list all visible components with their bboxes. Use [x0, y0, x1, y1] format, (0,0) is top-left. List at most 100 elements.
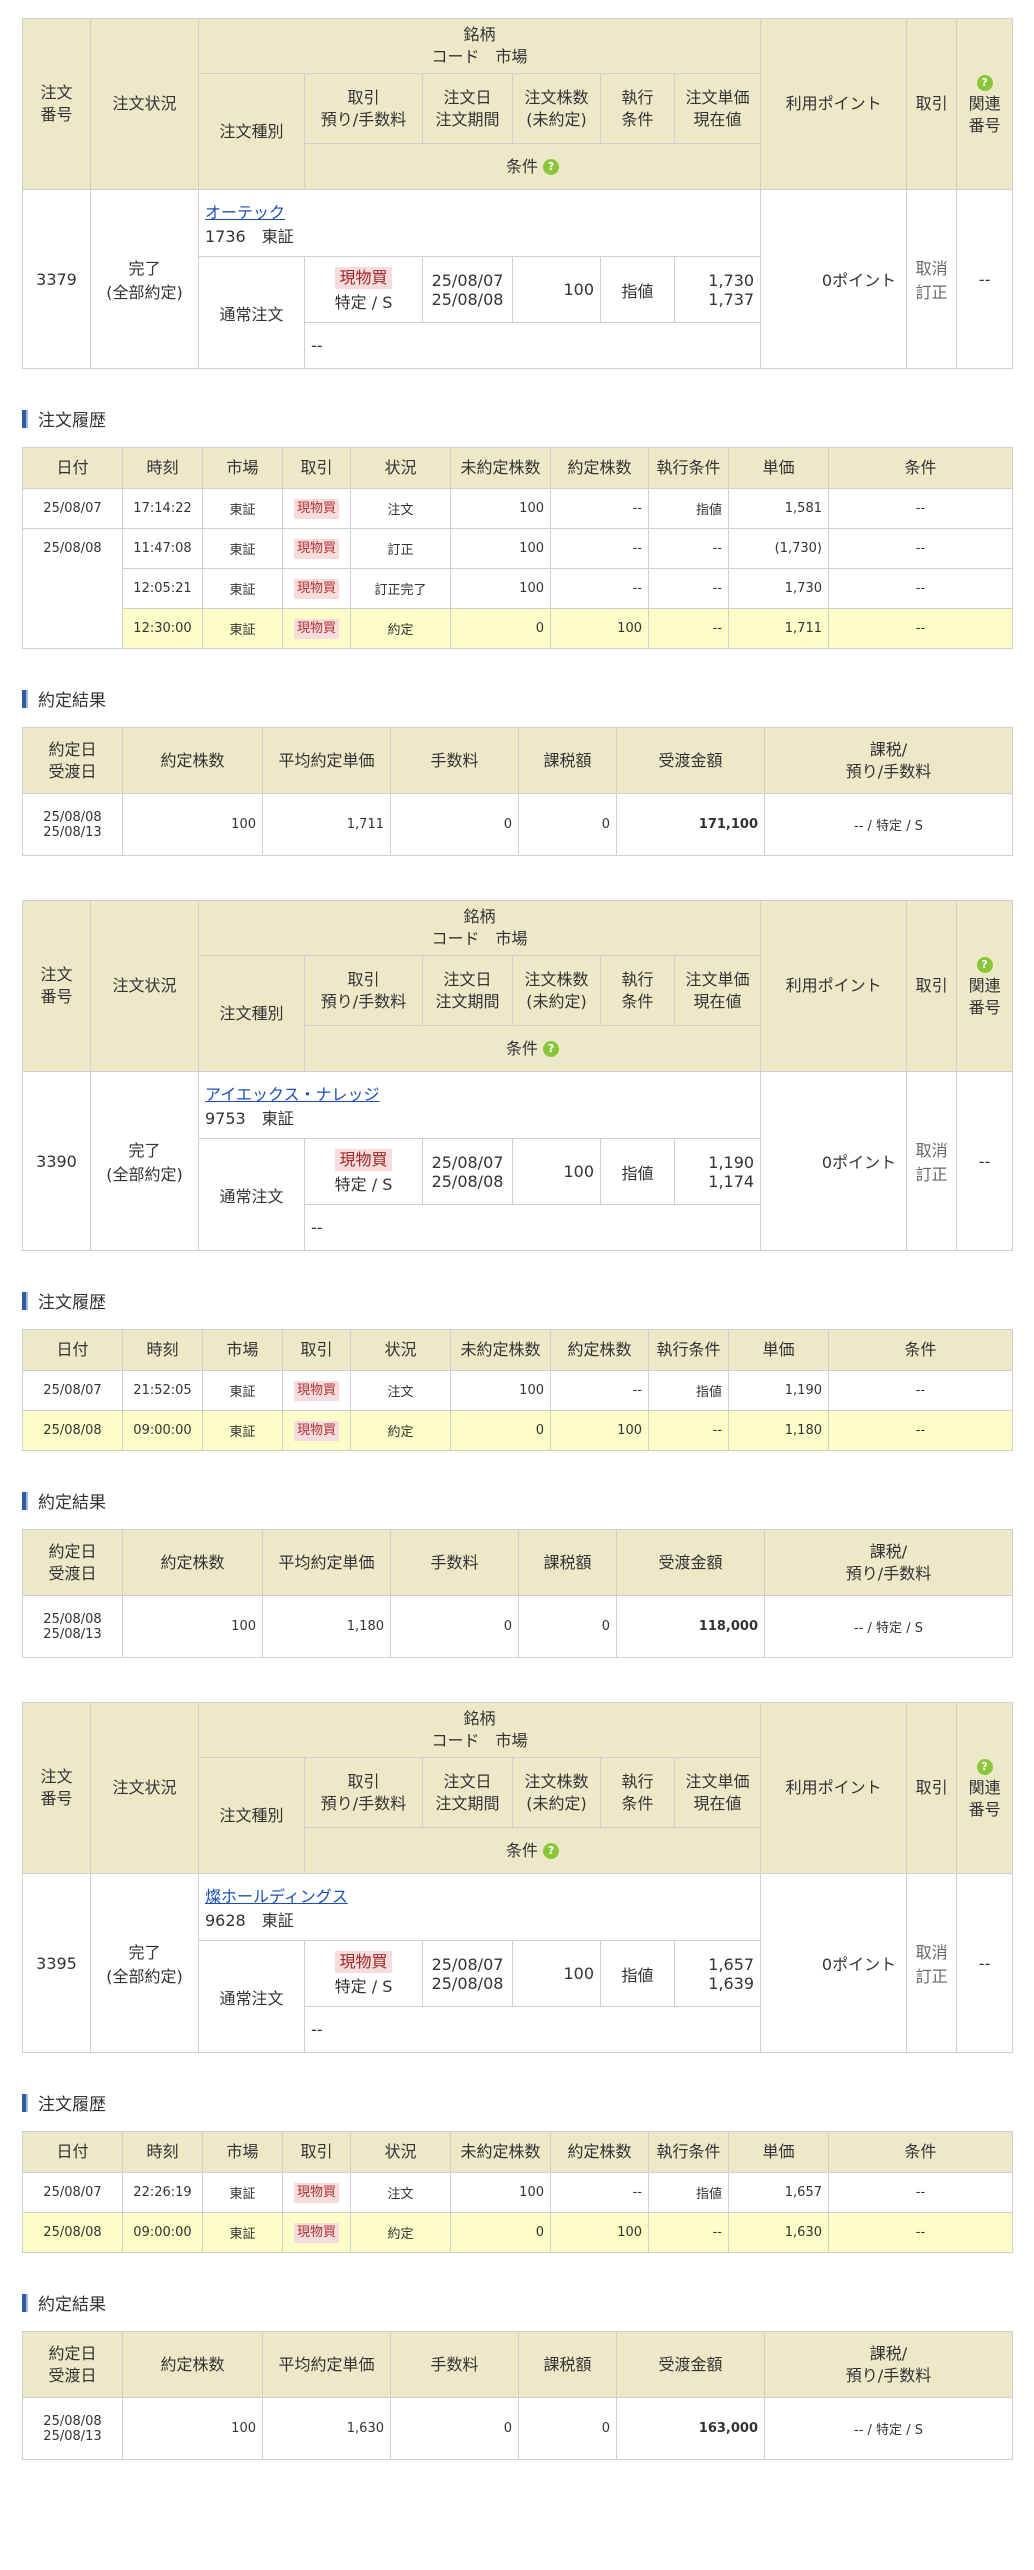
order-quantity: 100	[512, 1138, 601, 1205]
related-number: --	[956, 1071, 1014, 1251]
history-price: 1,581	[728, 488, 829, 529]
result-column-header: 平均約定単価	[262, 727, 391, 794]
history-trade-badge: 現物買	[293, 1420, 339, 1441]
result-column-header: 約定株数	[122, 1529, 263, 1596]
section-marker-icon	[22, 689, 28, 708]
stock-header: 銘柄 コード 市場	[197, 18, 762, 74]
history-trade: 現物買	[282, 1410, 351, 1451]
history-column-header: 約定株数	[550, 447, 649, 489]
order-list: 注文 番号 注文状況 銘柄 コード 市場 利用ポイント 取引? 関連 番号 注文種別 取引 預り…	[0, 0, 1034, 2460]
history-column-header: 約定株数	[550, 1329, 649, 1371]
result-column-header: 受渡金額	[616, 2331, 765, 2398]
account-type: 特定 / S	[334, 1174, 393, 1194]
trade-account-cell: 現物買 特定 / S	[304, 1138, 423, 1205]
history-filled: --	[550, 568, 649, 609]
result-fee: 0	[390, 2397, 519, 2460]
history-status: 約定	[350, 2212, 451, 2253]
order-number-header: 注文 番号	[22, 900, 91, 1072]
stock-name-link[interactable]: 燦ホールディングス	[205, 1883, 754, 1907]
order-condition: --	[303, 1204, 762, 1251]
history-unfilled: 100	[450, 488, 551, 529]
section-marker-icon	[22, 409, 28, 428]
history-date: 25/08/07	[22, 488, 123, 529]
history-time: 12:30:00	[122, 608, 203, 649]
stock-name-link[interactable]: オーテック	[205, 199, 754, 223]
help-icon[interactable]: ?	[976, 956, 993, 973]
history-column-header: 日付	[22, 2131, 123, 2173]
order-price: 1,190 1,174	[673, 1138, 762, 1205]
order-type-header: 注文種別	[198, 1757, 305, 1874]
order-history-title: 注文履歴	[38, 1293, 106, 1313]
order-type-header: 注文種別	[198, 955, 305, 1072]
history-column-header: 単価	[728, 1329, 829, 1371]
result-column-header: 約定日 受渡日	[22, 727, 123, 794]
help-icon[interactable]: ?	[543, 1041, 560, 1057]
order-price-header: 注文単価 現在値	[673, 73, 762, 144]
order-date: 25/08/07 25/08/08	[422, 256, 513, 323]
help-icon[interactable]: ?	[976, 1758, 993, 1775]
help-icon[interactable]: ?	[976, 74, 993, 91]
history-price: 1,657	[728, 2172, 829, 2213]
result-dates: 25/08/08 25/08/13	[22, 2397, 123, 2460]
history-condition: --	[828, 2212, 1013, 2253]
order-history-table: 日付 時刻 市場 取引 状況 未約定株数 約定株数 執行条件 単価 条件 25/08/07 17:14…	[22, 447, 1013, 649]
section-marker-icon	[22, 2093, 28, 2112]
history-price: 1,711	[728, 608, 829, 649]
code-market-header: コード 市場	[431, 1731, 528, 1750]
cancel-modify-actions[interactable]: 取消 訂正	[906, 1873, 958, 2053]
result-account: -- / 特定 / S	[764, 1595, 1013, 1658]
help-icon[interactable]: ?	[543, 159, 560, 175]
history-filled: 100	[550, 608, 649, 649]
result-tax: 0	[518, 2397, 617, 2460]
result-tax: 0	[518, 1595, 617, 1658]
history-date: 25/08/08	[22, 2212, 123, 2253]
order-history-heading: 注文履歴	[22, 1251, 1012, 1329]
history-time: 09:00:00	[122, 1410, 203, 1451]
order-history-heading: 注文履歴	[22, 2053, 1012, 2131]
history-column-header: 単価	[728, 2131, 829, 2173]
cancel-modify-actions[interactable]: 取消 訂正	[906, 189, 958, 369]
history-unfilled: 0	[450, 1410, 551, 1451]
history-column-header: 条件	[828, 1329, 1013, 1371]
trade-header: 取引	[906, 1702, 958, 1874]
stock-code-market: 1736 東証	[205, 227, 294, 246]
points-used: 0ポイント	[760, 189, 908, 369]
history-market: 東証	[202, 2172, 283, 2213]
execution-condition-header: 執行 条件	[600, 1757, 675, 1828]
history-trade-badge: 現物買	[293, 1380, 339, 1401]
history-price: 1,180	[728, 1410, 829, 1451]
history-exec: --	[648, 568, 729, 609]
order-status: 完了 (全部約定)	[90, 1071, 199, 1251]
history-column-header: 未約定株数	[450, 447, 551, 489]
trade-badge: 現物買	[335, 266, 392, 289]
execution-condition: 指値	[600, 1138, 675, 1205]
trade-badge: 現物買	[335, 1950, 392, 1973]
order-status-header: 注文状況	[90, 18, 199, 190]
execution-condition-header: 執行 条件	[600, 73, 675, 144]
history-unfilled: 100	[450, 1370, 551, 1411]
result-column-header: 受渡金額	[616, 1529, 765, 1596]
stock-name-link[interactable]: アイエックス・ナレッジ	[205, 1081, 754, 1105]
execution-result-title: 約定結果	[38, 2295, 106, 2315]
history-status: 約定	[350, 608, 451, 649]
help-icon[interactable]: ?	[543, 1843, 560, 1859]
execution-condition-header: 執行 条件	[600, 955, 675, 1026]
result-quantity: 100	[122, 1595, 263, 1658]
history-exec: 指値	[648, 1370, 729, 1411]
result-row: 25/08/08 25/08/13 100 1,711 0 0 171,100 -- / 特…	[22, 793, 1013, 856]
history-unfilled: 0	[450, 2212, 551, 2253]
result-column-header: 課税額	[518, 2331, 617, 2398]
section-marker-icon	[22, 2293, 28, 2312]
history-date: 25/08/07	[22, 1370, 123, 1411]
result-column-header: 課税/ 預り/手数料	[764, 2331, 1013, 2398]
cancel-modify-actions[interactable]: 取消 訂正	[906, 1071, 958, 1251]
order-quantity: 100	[512, 1940, 601, 2007]
order-table: 注文 番号 注文状況 銘柄 コード 市場 利用ポイント 取引? 関連 番号 注文種別 取引 預り…	[22, 18, 1014, 369]
history-market: 東証	[202, 528, 283, 569]
history-status: 訂正	[350, 528, 451, 569]
history-unfilled: 100	[450, 528, 551, 569]
points-used: 0ポイント	[760, 1873, 908, 2053]
history-date: 25/08/07	[22, 2172, 123, 2213]
history-trade: 現物買	[282, 528, 351, 569]
result-average-price: 1,630	[262, 2397, 391, 2460]
